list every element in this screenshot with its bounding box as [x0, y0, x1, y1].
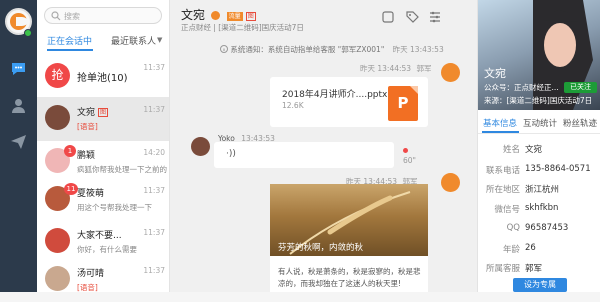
voice-message[interactable]: ·)) — [214, 142, 394, 168]
message-time: 14:20 — [143, 148, 165, 157]
avatar — [45, 266, 70, 291]
agent-avatar — [441, 173, 460, 192]
unread-badge: 11 — [64, 183, 78, 195]
avatar — [45, 105, 70, 130]
info-icon — [220, 45, 228, 53]
contact-icon[interactable] — [10, 97, 27, 114]
window-icon[interactable] — [381, 10, 395, 24]
contact-name: 夏筱萌 — [77, 189, 105, 199]
message-meta: 昨天 13:44:53 郭军 — [360, 64, 432, 73]
field-value-age: 26 — [525, 243, 536, 253]
contact-name: 大家不要... — [77, 231, 122, 241]
profile-source: 来源：[渠道二维码]国庆活动7日 — [484, 96, 593, 105]
field-label: 所在地区 — [485, 185, 520, 195]
field-label: 所属客服 — [485, 264, 520, 274]
file-name: 2018年4月讲师介....pptx — [282, 90, 388, 100]
message-time: 11:37 — [143, 105, 165, 114]
profile-name: 文宛 — [484, 67, 506, 80]
online-status-dot — [24, 29, 32, 37]
tab-basic-info[interactable]: 基本信息 — [483, 117, 517, 129]
search-icon — [51, 11, 61, 21]
tag-badge: 图 — [245, 12, 256, 21]
message-preview: [语音] — [77, 122, 98, 131]
unread-dot — [403, 148, 408, 153]
article-title: 芬芳的秋啊，内敛的秋 — [278, 243, 364, 253]
message-time: 11:37 — [143, 228, 165, 237]
unread-badge: 1 — [64, 145, 76, 157]
tab-active-sessions[interactable]: 正在会话中 — [47, 34, 92, 48]
article-message[interactable]: 芬芳的秋啊，内敛的秋 有人说，秋是萧条的，秋是寂寥的，秋是悲凉的，而我却独在了这… — [270, 184, 428, 292]
file-size: 12.6K — [282, 101, 304, 110]
settings-icon[interactable] — [428, 10, 442, 24]
field-value-phone: 135-8864-0571 — [525, 164, 591, 174]
wechat-fans-icon — [210, 11, 220, 20]
profile-header: 文宛 公众号：正点财经正... 来源：[渠道二维码]国庆活动7日 已关注 — [478, 0, 600, 110]
send-icon[interactable] — [10, 133, 27, 150]
chat-panel: 文宛 流量图 正点财经 | [渠道二维码]国庆活动7日 系统通知：系统自动指单给… — [170, 0, 477, 292]
contact-name: 汤可晴 — [77, 269, 105, 279]
voice-duration: 60" — [403, 156, 416, 165]
set-exclusive-button[interactable]: 设为专属 — [513, 278, 567, 292]
field-value-region: 浙江杭州 — [525, 185, 560, 195]
chat-title: 文宛 流量图 — [181, 8, 256, 22]
field-label: 姓名 — [502, 145, 520, 155]
ppt-file-icon: P — [388, 86, 418, 121]
tab-interaction-stats[interactable]: 互动统计 — [523, 117, 557, 129]
field-label: 年龄 — [502, 245, 520, 255]
pool-avatar: 抢 — [45, 63, 70, 88]
tag-badge: 图 — [98, 108, 109, 117]
message-time: 11:37 — [143, 266, 165, 275]
chevron-down-icon[interactable]: ▼ — [157, 36, 162, 44]
contact-name: 鹏颖 — [77, 151, 96, 161]
profile-portrait — [533, 0, 593, 110]
conversation-item[interactable]: 汤可晴 [语音] 11:37 — [37, 258, 169, 302]
tag-icon[interactable] — [405, 10, 419, 24]
tab-recent-contacts[interactable]: 最近联系人 — [111, 34, 156, 48]
field-label: QQ — [506, 223, 520, 233]
order-pool-row[interactable]: 抢 抢单池(10) 11:37 — [37, 55, 169, 99]
message-preview: 你好，有什么需要 — [77, 245, 137, 254]
agent-avatar — [441, 63, 460, 82]
profile-panel: 文宛 公众号：正点财经正... 来源：[渠道二维码]国庆活动7日 已关注 基本信… — [477, 0, 600, 292]
pool-label: 抢单池(10) — [77, 73, 128, 84]
avatar — [45, 228, 70, 253]
field-value-qq: 96587453 — [525, 223, 569, 233]
article-summary: 有人说，秋是萧条的，秋是寂寥的，秋是悲凉的，而我却独在了这迷人的秋天里! — [278, 267, 421, 288]
message-time: 11:37 — [143, 186, 165, 195]
app-sidebar — [0, 0, 37, 292]
message-preview: [语音] — [77, 283, 98, 292]
system-notice: 系统通知：系统自动指单给客服 "郭军ZX001" 昨天 13:43:53 — [220, 44, 444, 55]
field-value-name: 文宛 — [525, 145, 543, 155]
voice-wave-icon: ·)) — [226, 149, 236, 159]
search-placeholder: 搜索 — [64, 12, 80, 21]
flow-tag: 流量 — [226, 12, 243, 21]
tab-fan-track[interactable]: 粉丝轨迹 — [563, 117, 597, 129]
profile-official-account: 公众号：正点财经正... — [484, 83, 559, 92]
pool-time: 11:37 — [143, 63, 165, 72]
field-value-agent: 郭军 — [525, 264, 543, 274]
conversation-list: 搜索 正在会话中 最近联系人 ▼ 抢 抢单池(10) 11:37 文宛图 [语音… — [37, 0, 170, 292]
search-box[interactable]: 搜索 — [44, 7, 162, 24]
divider — [478, 133, 600, 134]
tab-underline — [47, 49, 93, 51]
contact-name: 文宛图 — [77, 108, 109, 118]
chat-icon[interactable] — [10, 60, 27, 77]
field-label: 微信号 — [494, 205, 520, 215]
field-value-wechat: skhfkbn — [525, 203, 559, 213]
message-preview: 疯狐你帮我处理一下之前的 — [77, 165, 167, 174]
chat-subtitle: 正点财经 | [渠道二维码]国庆活动7日 — [181, 23, 304, 32]
contact-avatar — [191, 137, 210, 156]
conversation-item[interactable]: 11 夏筱萌 用这个号帮我处理一下 11:37 — [37, 178, 169, 222]
conversation-item[interactable]: 文宛图 [语音] 11:37 — [37, 97, 169, 141]
file-message[interactable]: 2018年4月讲师介....pptx 12.6K P — [270, 77, 428, 127]
field-label: 联系电话 — [485, 166, 520, 176]
follow-status-badge: 已关注 — [564, 82, 597, 93]
message-preview: 用这个号帮我处理一下 — [77, 203, 152, 212]
